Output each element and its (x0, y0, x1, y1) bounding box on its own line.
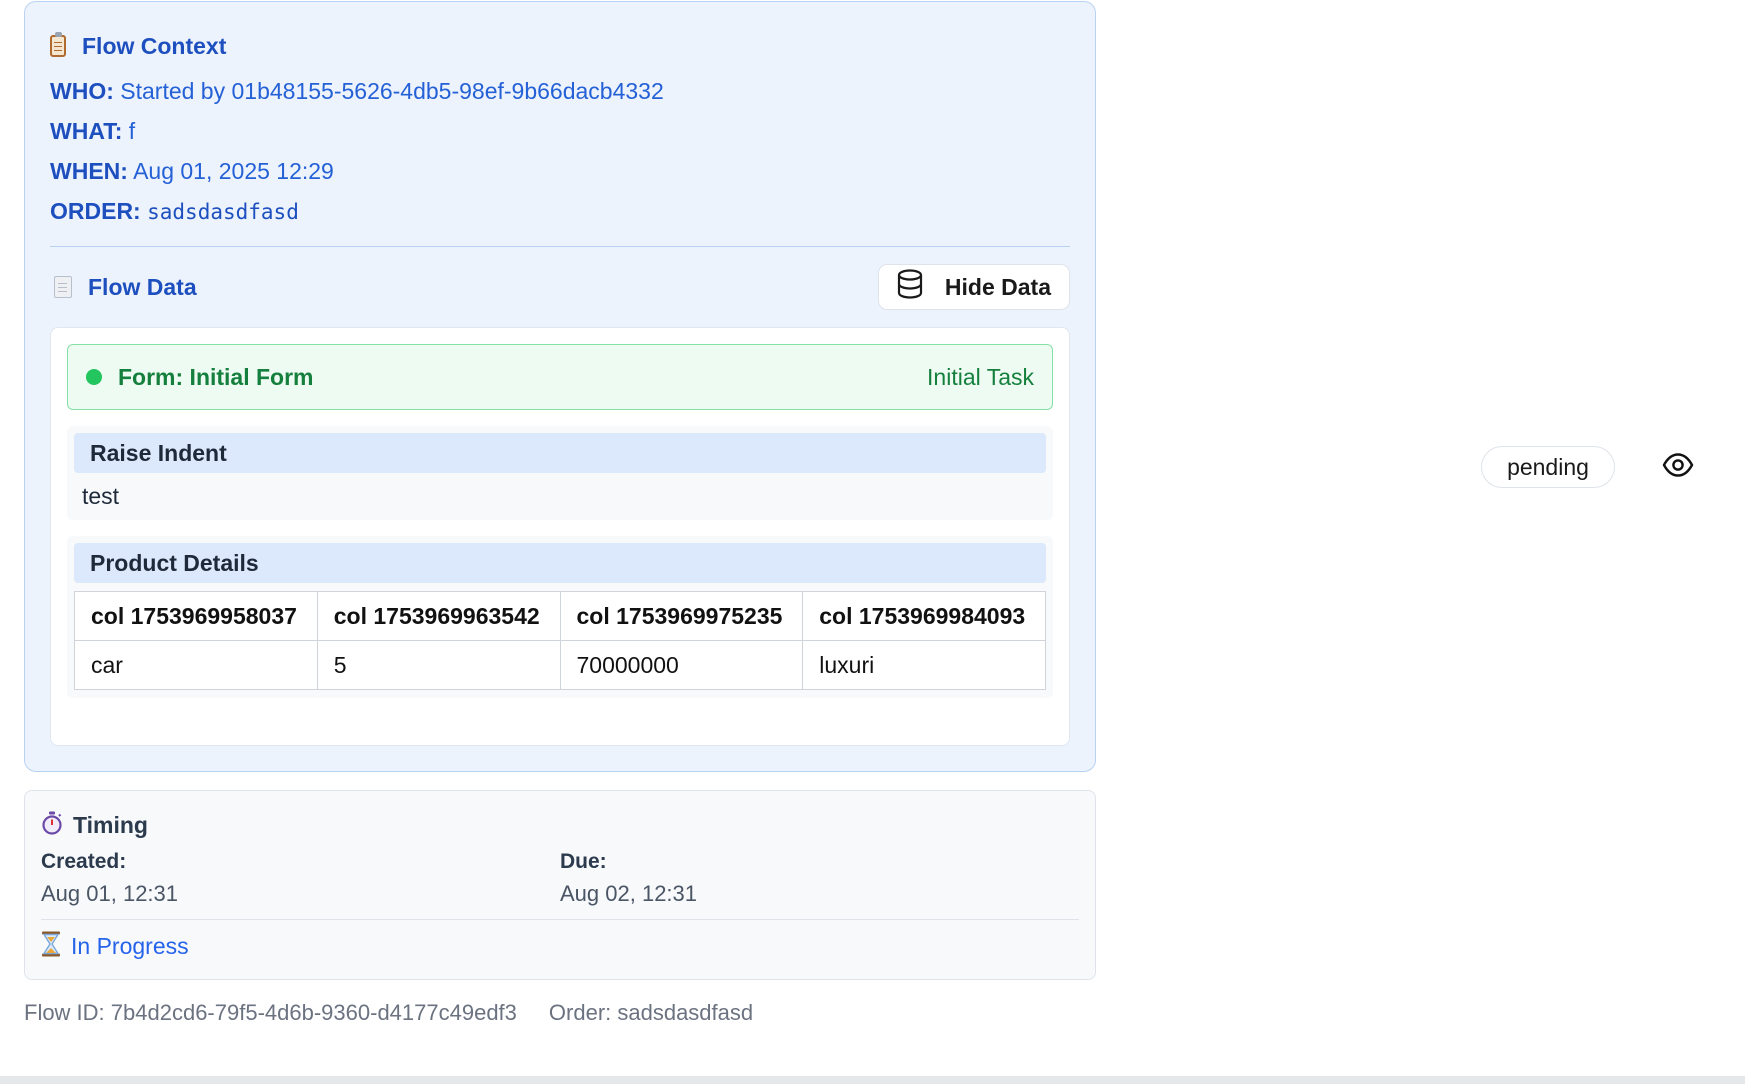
table-cell: 5 (316, 640, 561, 690)
column-header: col 1753969975235 (559, 591, 804, 641)
who-label: WHO: (50, 78, 114, 104)
table-cell: 70000000 (559, 640, 804, 690)
hide-data-label: Hide Data (944, 273, 1051, 300)
footer-order: Order: sadsdasdfasd (548, 1000, 754, 1025)
flow-context-details: WHO: Started by 01b48155-5626-4db5-98ef-… (50, 71, 1070, 231)
flow-context-title: Flow Context (82, 32, 227, 59)
form-status-dot (86, 369, 102, 385)
form-title: Form: Initial Form (118, 363, 314, 390)
status-badge: pending (1481, 446, 1615, 488)
due-col: Due: Aug 02, 12:31 (560, 847, 1079, 911)
view-button[interactable] (1660, 449, 1696, 485)
raise-indent-label: Raise Indent (74, 433, 1046, 473)
who-row: WHO: Started by 01b48155-5626-4db5-98ef-… (50, 71, 1070, 111)
flow-footer: Flow ID: 7b4d2cd6-79f5-4d6b-9360-d4177c4… (24, 1000, 753, 1026)
product-details-table: col 1753969958037 col 1753969963542 col … (74, 591, 1046, 690)
due-value: Aug 02, 12:31 (560, 881, 698, 906)
created-label: Created: (41, 850, 127, 873)
table-row: car 5 70000000 luxuri (74, 640, 1046, 690)
clipboard-icon (50, 32, 66, 57)
product-details-field: Product Details col 1753969958037 col 17… (67, 536, 1053, 698)
timing-status: In Progress (41, 920, 1079, 972)
created-value: Aug 01, 12:31 (41, 881, 179, 906)
table-cell: car (74, 640, 318, 690)
raise-indent-field: Raise Indent test (67, 426, 1053, 520)
table-header-row: col 1753969958037 col 1753969963542 col … (74, 591, 1046, 641)
flow-data-title: Flow Data (88, 273, 197, 300)
flow-data-heading: Flow Data (50, 274, 197, 301)
flow-context-header: Flow Context (50, 32, 1070, 60)
flow-id: Flow ID: 7b4d2cd6-79f5-4d6b-9360-d4177c4… (24, 1000, 517, 1025)
due-label: Due: (560, 850, 607, 873)
timing-card: Timing Created: Aug 01, 12:31 Due: Aug 0… (24, 790, 1096, 980)
hide-data-button[interactable]: Hide Data (877, 264, 1070, 310)
bottom-divider (0, 1076, 1745, 1084)
context-divider (50, 246, 1070, 247)
column-header: col 1753969958037 (74, 591, 318, 641)
timing-header: Timing (41, 809, 1079, 841)
column-header: col 1753969984093 (802, 591, 1046, 641)
hourglass-icon (41, 931, 61, 962)
status-text: In Progress (71, 932, 189, 959)
timing-title: Timing (73, 811, 148, 838)
created-col: Created: Aug 01, 12:31 (41, 847, 560, 911)
task-page: Flow Context WHO: Started by 01b48155-56… (0, 0, 1745, 1084)
database-icon (897, 269, 923, 305)
flow-context-card: Flow Context WHO: Started by 01b48155-56… (24, 1, 1096, 772)
document-icon (54, 276, 72, 298)
stopwatch-icon (41, 811, 63, 840)
what-row: WHAT: f (50, 111, 1070, 151)
eye-icon (1662, 452, 1694, 482)
timing-grid: Created: Aug 01, 12:31 Due: Aug 02, 12:3… (41, 847, 1079, 911)
flow-data-header: Flow Data Hide Data (50, 264, 1070, 310)
form-task-name: Initial Task (927, 363, 1034, 390)
column-header: col 1753969963542 (316, 591, 561, 641)
order-value: sadsdasdfasd (147, 200, 299, 224)
flow-data-panel: Form: Initial Form Initial Task Raise In… (50, 327, 1070, 746)
product-details-label: Product Details (74, 543, 1046, 583)
when-value: Aug 01, 2025 12:29 (133, 158, 334, 184)
form-banner-left: Form: Initial Form (86, 364, 314, 391)
raise-indent-value: test (82, 483, 120, 509)
what-value: f (128, 118, 136, 144)
form-banner: Form: Initial Form Initial Task (67, 344, 1053, 410)
table-cell: luxuri (802, 640, 1046, 690)
who-value: Started by 01b48155-5626-4db5-98ef-9b66d… (120, 78, 664, 104)
order-row: ORDER: sadsdasdfasd (50, 191, 1070, 231)
what-label: WHAT: (50, 118, 123, 144)
order-label: ORDER: (50, 198, 141, 224)
when-row: WHEN: Aug 01, 2025 12:29 (50, 151, 1070, 191)
when-label: WHEN: (50, 158, 128, 184)
